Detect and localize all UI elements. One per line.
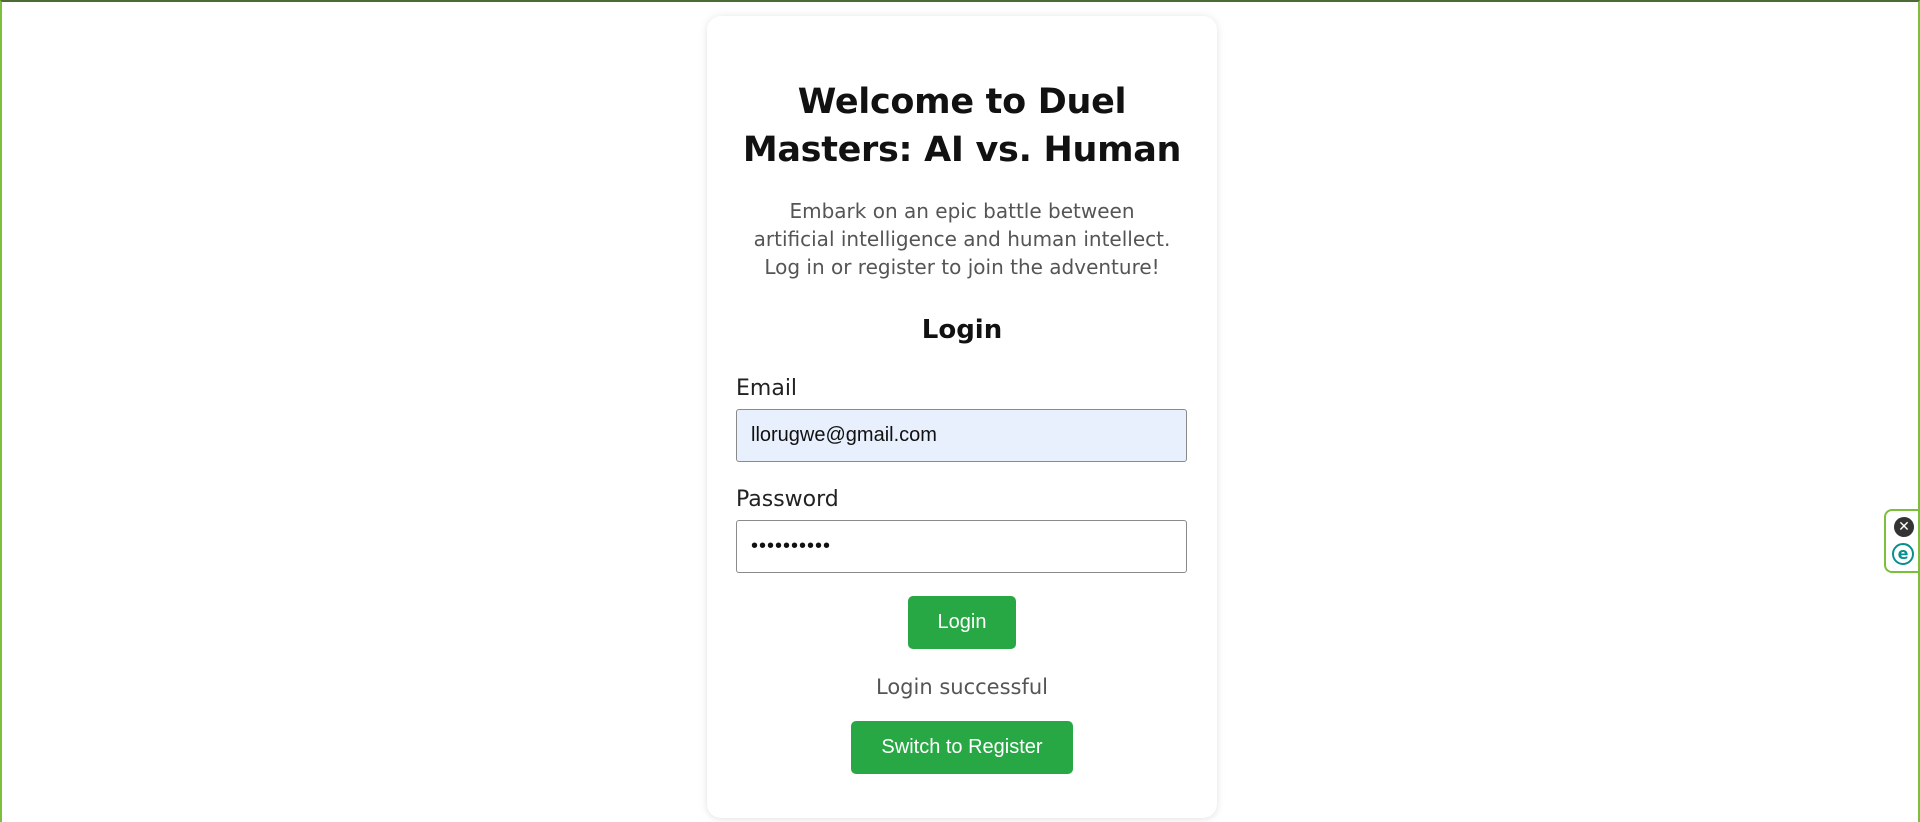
login-heading: Login: [921, 315, 1003, 345]
email-field[interactable]: [736, 409, 1187, 462]
login-button[interactable]: Login: [908, 596, 1016, 649]
password-field[interactable]: [736, 520, 1187, 573]
login-status-message: Login successful: [875, 675, 1048, 699]
password-label: Password: [736, 487, 839, 512]
email-label: Email: [736, 376, 798, 401]
page-title: Welcome to Duel Masters: AI vs. Human: [742, 82, 1182, 170]
extension-widget: ✕ e: [1884, 509, 1918, 573]
switch-to-register-button[interactable]: Switch to Register: [851, 721, 1073, 774]
extension-logo-icon[interactable]: e: [1892, 543, 1914, 565]
login-card: Welcome to Duel Masters: AI vs. Human Em…: [707, 16, 1217, 818]
close-icon[interactable]: ✕: [1894, 517, 1914, 537]
page-subtitle: Embark on an epic battle between artific…: [753, 199, 1171, 279]
browser-viewport: Welcome to Duel Masters: AI vs. Human Em…: [0, 0, 1920, 822]
